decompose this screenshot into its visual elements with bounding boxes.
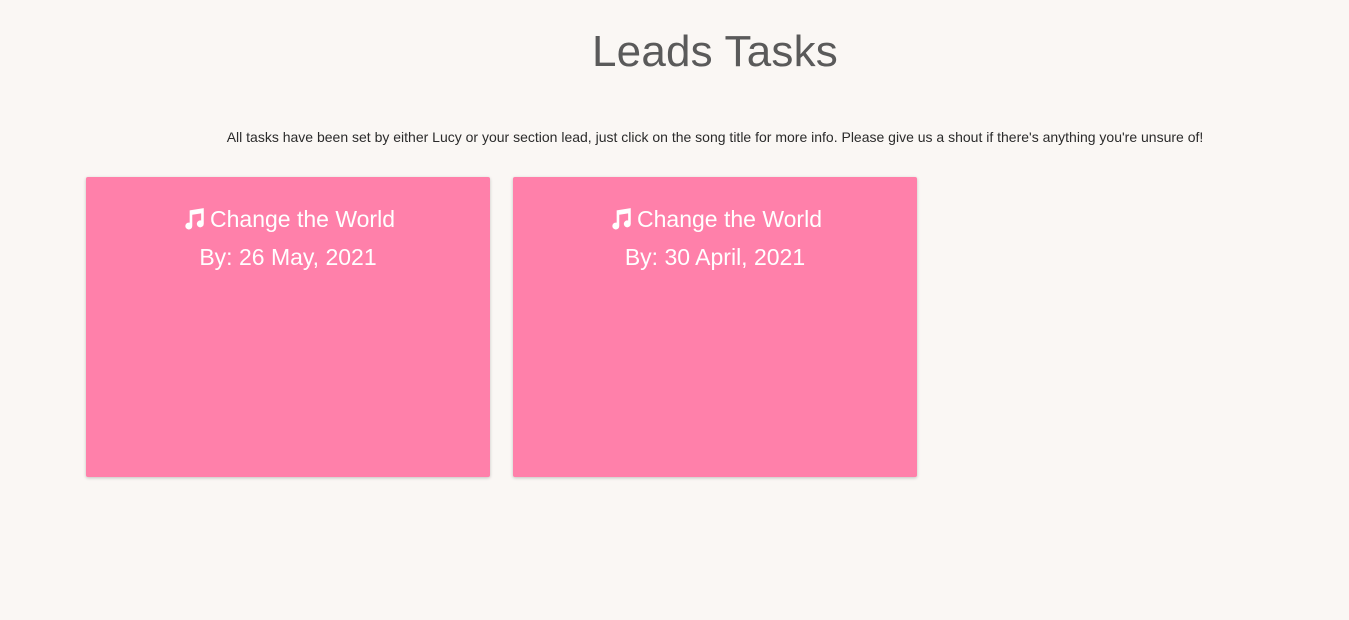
music-note-icon <box>608 206 634 232</box>
task-title-link[interactable]: Change the World <box>608 203 822 235</box>
due-date: By: 26 May, 2021 <box>199 244 377 270</box>
task-card[interactable]: Change the World By: 26 May, 2021 <box>86 177 490 477</box>
task-cards: Change the World By: 26 May, 2021 Change… <box>86 177 917 477</box>
intro-text: All tasks have been set by either Lucy o… <box>226 129 1204 145</box>
song-title[interactable]: Change the World <box>637 203 822 235</box>
task-title-link[interactable]: Change the World <box>181 203 395 235</box>
due-date: By: 30 April, 2021 <box>624 244 806 270</box>
song-title[interactable]: Change the World <box>210 203 395 235</box>
music-note-icon <box>181 206 207 232</box>
page-title: Leads Tasks <box>592 27 838 76</box>
task-card[interactable]: Change the World By: 30 April, 2021 <box>513 177 917 477</box>
